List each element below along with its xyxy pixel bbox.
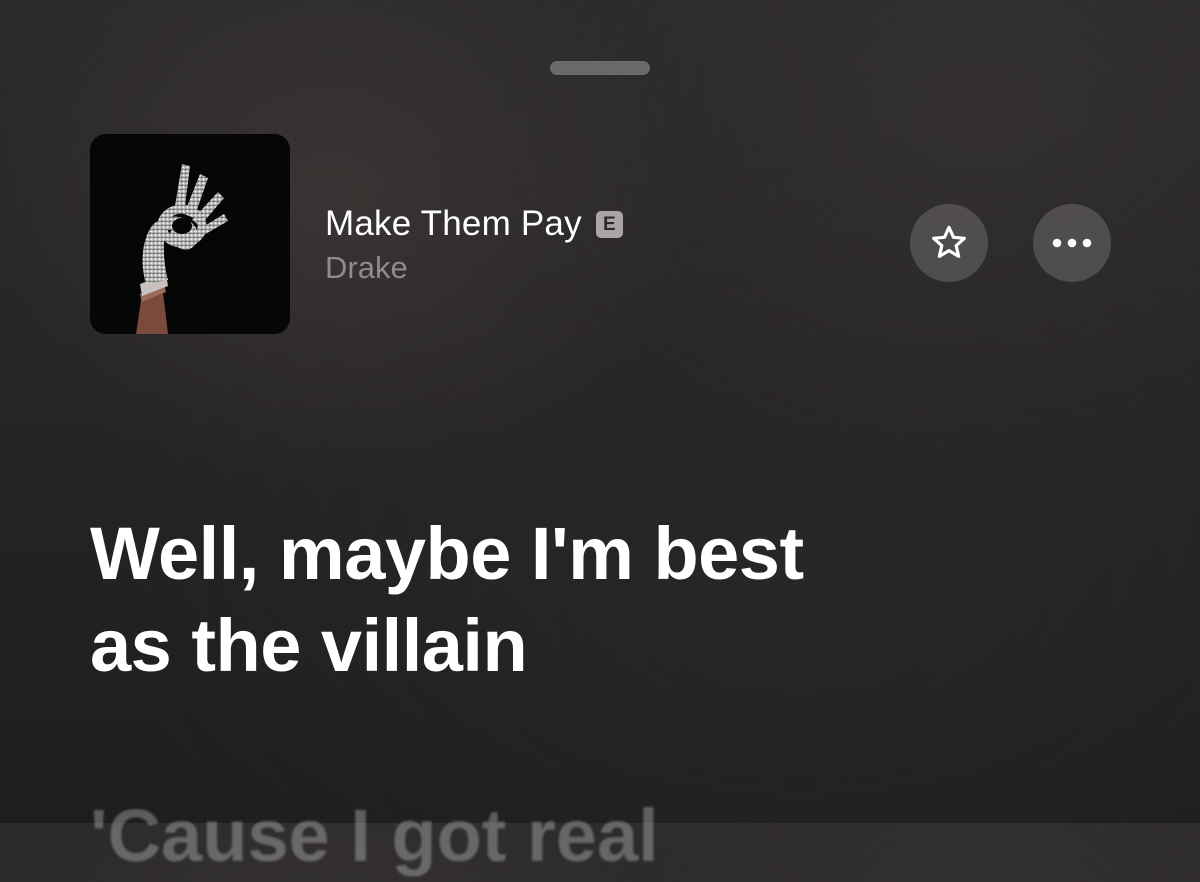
lyric-next-line[interactable]: 'Cause I got real [90,790,659,882]
title-row: Make Them Pay E [325,202,623,246]
ellipsis-icon [1052,238,1092,248]
star-icon [932,225,966,258]
album-artwork-image [90,134,290,334]
explicit-badge: E [595,210,623,238]
album-artwork[interactable] [90,134,290,334]
track-info: Make Them Pay E Drake [325,202,623,286]
song-title[interactable]: Make Them Pay [325,204,582,244]
favorite-button[interactable] [910,204,988,282]
more-options-button[interactable] [1033,204,1111,282]
artist-name[interactable]: Drake [325,250,623,286]
sheet-grabber-handle[interactable] [550,61,650,75]
lyrics-current[interactable]: Well, maybe I'm best as the villain [90,508,1130,692]
lyric-line-2[interactable]: as the villain [90,600,1130,692]
lyric-line-1[interactable]: Well, maybe I'm best [90,508,1130,600]
